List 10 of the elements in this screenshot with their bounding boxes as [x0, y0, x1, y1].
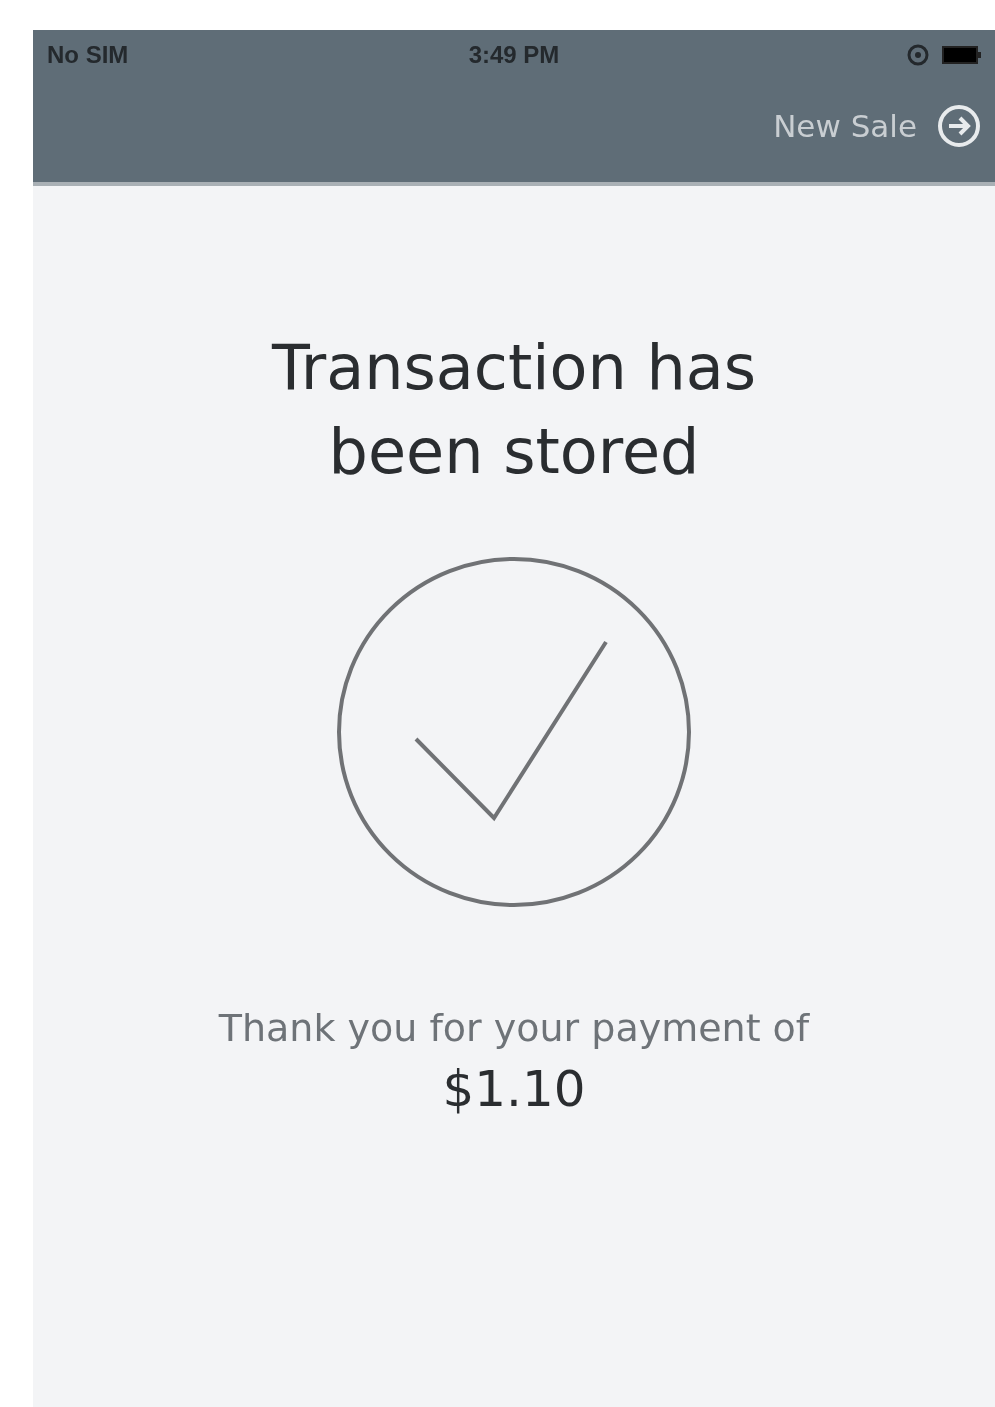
- battery-icon: [941, 44, 981, 66]
- status-time: 3:49 PM: [468, 41, 560, 69]
- carrier-label: No SIM: [47, 41, 130, 69]
- success-title: Transaction has been stored: [270, 330, 757, 490]
- payment-message: Thank you for your payment of: [218, 1006, 810, 1050]
- arrow-circle-icon: [937, 104, 981, 148]
- new-sale-button[interactable]: New Sale: [773, 104, 981, 148]
- payment-amount: $1.10: [442, 1060, 586, 1118]
- location-icon: [907, 44, 929, 66]
- checkmark-circle-icon: [336, 556, 692, 908]
